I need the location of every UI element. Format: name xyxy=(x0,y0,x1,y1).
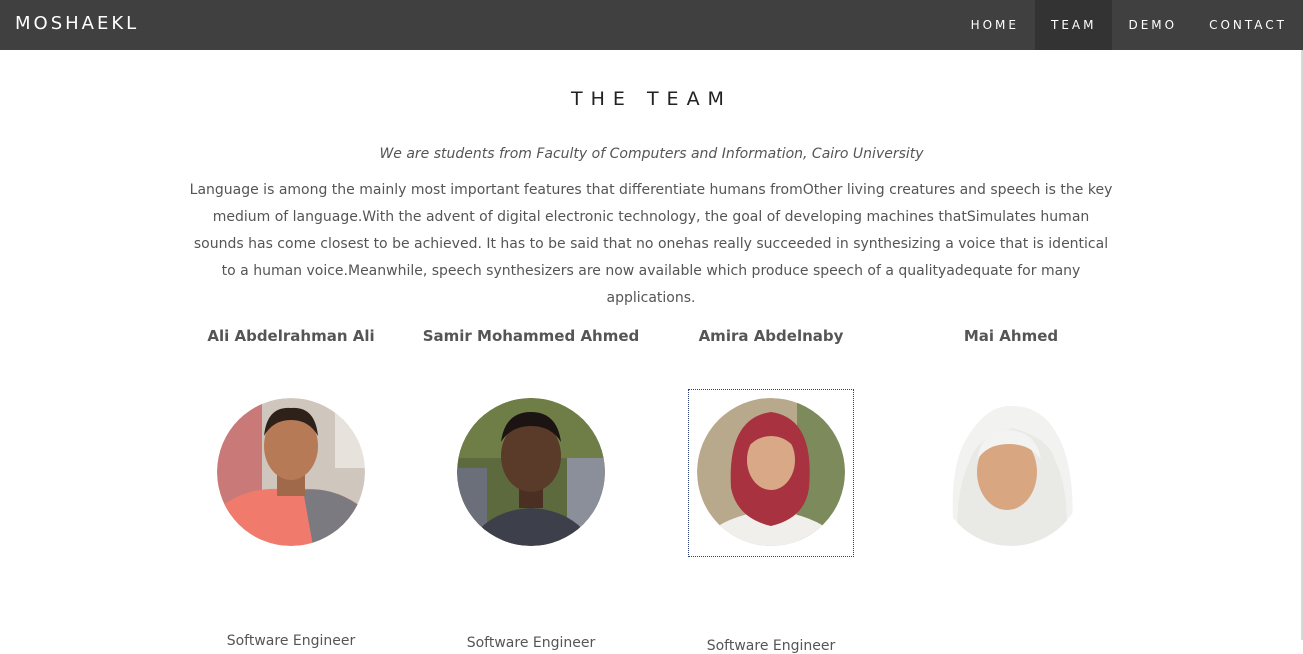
member-photo[interactable] xyxy=(697,398,845,546)
member-name: Ali Abdelrahman Ali xyxy=(207,327,375,345)
member-avatar-image xyxy=(697,398,845,546)
member-photo[interactable] xyxy=(217,398,365,546)
member-role: Software Engineer xyxy=(466,635,596,651)
member-avatar-image xyxy=(937,398,1085,546)
team-member-card: Samir Mohammed Ahmed Software Engineer xyxy=(411,327,651,651)
member-name: Amira Abdelnaby xyxy=(698,327,844,345)
top-navbar: MOSHAEKL HOME TEAM DEMO CONTACT xyxy=(0,0,1303,50)
section-subtitle: We are students from Faculty of Computer… xyxy=(379,146,924,162)
section-title: THE TEAM xyxy=(571,88,732,110)
nav-contact[interactable]: CONTACT xyxy=(1193,0,1303,50)
member-avatar-image xyxy=(217,398,365,546)
nav-demo[interactable]: DEMO xyxy=(1112,0,1193,50)
member-photo[interactable] xyxy=(937,398,1085,546)
member-avatar-image xyxy=(457,398,605,546)
intro-paragraph: Language is among the mainly most import… xyxy=(189,182,1113,306)
nav-team[interactable]: TEAM xyxy=(1034,0,1113,50)
member-role: Software Engineer xyxy=(706,638,836,654)
team-member-card: Mai Ahmed xyxy=(891,327,1131,627)
nav-home[interactable]: HOME xyxy=(955,0,1035,50)
member-name: Mai Ahmed xyxy=(963,327,1059,345)
member-role: Software Engineer xyxy=(226,633,356,649)
nav-menu: HOME TEAM DEMO CONTACT xyxy=(955,0,1303,50)
member-photo[interactable] xyxy=(457,398,605,546)
brand-logo[interactable]: MOSHAEKL xyxy=(15,13,139,34)
team-member-card: Ali Abdelrahman Ali Software Engineer xyxy=(171,327,411,649)
member-name: Samir Mohammed Ahmed xyxy=(422,327,640,345)
team-member-card: Amira Abdelnaby Software Engineer xyxy=(651,327,891,654)
